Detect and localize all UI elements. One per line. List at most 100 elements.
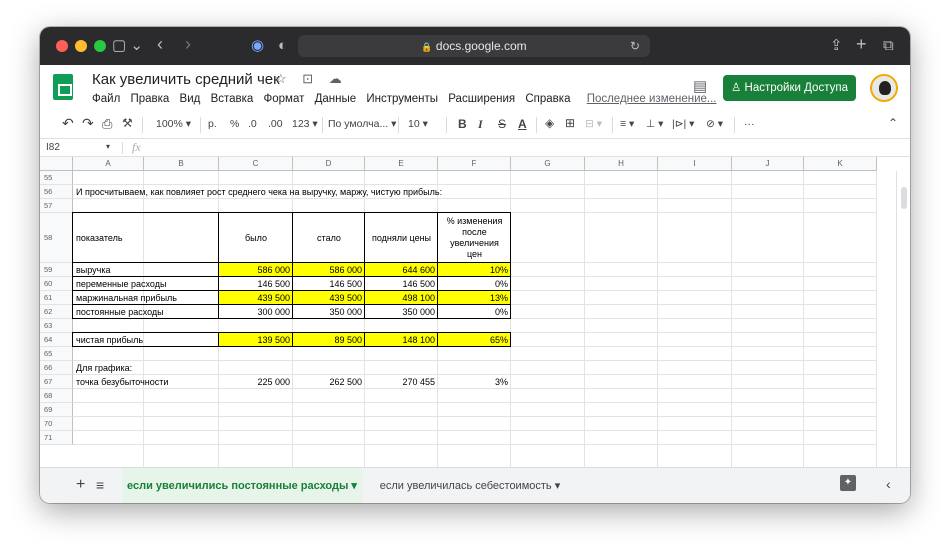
number-format-select[interactable]: 123 ▾: [292, 118, 318, 130]
menu-data[interactable]: Данные: [315, 93, 357, 105]
decrease-decimal-button[interactable]: .0: [248, 118, 257, 130]
menu-view[interactable]: Вид: [180, 93, 201, 105]
row-header-66[interactable]: 66: [40, 361, 73, 375]
zoom-select[interactable]: 100% ▾: [156, 118, 191, 130]
collapse-side-panel-icon[interactable]: ‹: [886, 476, 891, 492]
row-header-63[interactable]: 63: [40, 319, 73, 333]
table-row-before[interactable]: 439 500: [219, 291, 293, 305]
collapse-toolbar-icon[interactable]: ⌃: [888, 116, 898, 130]
row-header-61[interactable]: 61: [40, 291, 73, 305]
column-header-d[interactable]: D: [293, 157, 365, 171]
tabs-overview-icon[interactable]: ⧉: [883, 36, 894, 56]
row-header-69[interactable]: 69: [40, 403, 73, 417]
increase-decimal-button[interactable]: .00: [268, 118, 283, 130]
fill-color-icon[interactable]: ◈: [545, 116, 554, 130]
shield-icon[interactable]: ◉: [251, 36, 264, 56]
font-select[interactable]: По умолча... ▾: [328, 118, 396, 130]
net-profit-label[interactable]: чистая прибыль: [73, 333, 219, 347]
row-header-71[interactable]: 71: [40, 431, 73, 445]
breakeven-label[interactable]: точка безубыточности: [73, 375, 219, 389]
all-sheets-icon[interactable]: ≡: [96, 477, 104, 493]
row-header-58[interactable]: 58: [40, 213, 73, 263]
tab-sheet-fixed-costs[interactable]: если увеличились постоянные расходы ▾: [122, 468, 362, 503]
menu-extensions[interactable]: Расширения: [448, 93, 515, 105]
column-header-a[interactable]: A: [73, 157, 144, 171]
cell-reference-box[interactable]: I82: [46, 142, 60, 153]
row-header-57[interactable]: 57: [40, 199, 73, 213]
new-tab-icon[interactable]: +: [856, 34, 867, 54]
reload-icon[interactable]: ↻: [630, 35, 640, 57]
text-color-button[interactable]: A: [518, 117, 527, 131]
header-raised-prices-cell[interactable]: подняли цены: [365, 213, 438, 263]
table-row-change[interactable]: 10%: [438, 263, 511, 277]
scroll-thumb[interactable]: [901, 187, 907, 209]
table-row-change[interactable]: 0%: [438, 277, 511, 291]
add-sheet-icon[interactable]: +: [76, 476, 85, 494]
vertical-scrollbar[interactable]: [896, 171, 910, 467]
net-profit-raised[interactable]: 148 100: [365, 333, 438, 347]
strikethrough-button[interactable]: S: [498, 117, 506, 131]
row-header-67[interactable]: 67: [40, 375, 73, 389]
merge-cells-icon[interactable]: ⊟ ▾: [585, 118, 602, 130]
font-size-select[interactable]: 10 ▾: [408, 118, 428, 130]
borders-icon[interactable]: ⊞: [565, 116, 575, 130]
table-row-after[interactable]: 439 500: [293, 291, 365, 305]
column-header-k[interactable]: K: [804, 157, 877, 171]
text-wrap-icon[interactable]: |⊳| ▾: [672, 118, 694, 130]
print-icon[interactable]: ⎙: [102, 116, 112, 132]
header-indicator-cell[interactable]: показатель: [73, 213, 219, 263]
redo-icon[interactable]: ↷: [82, 115, 94, 132]
table-row-before[interactable]: 300 000: [219, 305, 293, 319]
table-row-change[interactable]: 13%: [438, 291, 511, 305]
share-button[interactable]: ♙ Настройки Доступа: [723, 75, 856, 101]
explore-icon[interactable]: ✦: [840, 475, 856, 491]
menu-tools[interactable]: Инструменты: [366, 93, 438, 105]
menu-file[interactable]: Файл: [92, 93, 120, 105]
table-row-after[interactable]: 586 000: [293, 263, 365, 277]
table-row-label[interactable]: выручка: [73, 263, 219, 277]
table-row-after[interactable]: 146 500: [293, 277, 365, 291]
row-header-64[interactable]: 64: [40, 333, 73, 347]
table-row-before[interactable]: 586 000: [219, 263, 293, 277]
select-all-corner[interactable]: [40, 157, 73, 171]
breakeven-raised[interactable]: 270 455: [365, 375, 438, 389]
avatar[interactable]: [870, 74, 898, 102]
italic-button[interactable]: I: [478, 117, 483, 132]
more-icon[interactable]: ···: [744, 118, 755, 130]
breakeven-change[interactable]: 3%: [438, 375, 511, 389]
chart-label-cell[interactable]: Для графика:: [73, 361, 219, 375]
row-header-62[interactable]: 62: [40, 305, 73, 319]
row-header-70[interactable]: 70: [40, 417, 73, 431]
column-header-h[interactable]: H: [585, 157, 658, 171]
row-header-56[interactable]: 56: [40, 185, 73, 199]
net-profit-before[interactable]: 139 500: [219, 333, 293, 347]
back-icon[interactable]: ‹: [157, 34, 163, 54]
menu-format[interactable]: Формат: [264, 93, 305, 105]
table-row-before[interactable]: 146 500: [219, 277, 293, 291]
note-cell[interactable]: И просчитываем, как повлияет рост средне…: [73, 185, 658, 199]
table-row-raised[interactable]: 644 600: [365, 263, 438, 277]
header-after-cell[interactable]: стало: [293, 213, 365, 263]
table-row-raised[interactable]: 498 100: [365, 291, 438, 305]
paint-format-icon[interactable]: ⚒: [122, 116, 133, 130]
menu-help[interactable]: Справка: [525, 93, 570, 105]
table-row-label[interactable]: переменные расходы: [73, 277, 219, 291]
column-header-b[interactable]: B: [144, 157, 219, 171]
column-header-e[interactable]: E: [365, 157, 438, 171]
column-header-i[interactable]: I: [658, 157, 732, 171]
net-profit-after[interactable]: 89 500: [293, 333, 365, 347]
row-header-68[interactable]: 68: [40, 389, 73, 403]
table-row-after[interactable]: 350 000: [293, 305, 365, 319]
net-profit-change[interactable]: 65%: [438, 333, 511, 347]
header-before-cell[interactable]: было: [219, 213, 293, 263]
table-row-raised[interactable]: 146 500: [365, 277, 438, 291]
tab-sheet-cost-price[interactable]: если увеличилась себестоимость ▾: [365, 468, 575, 503]
row-header-60[interactable]: 60: [40, 277, 73, 291]
column-header-g[interactable]: G: [511, 157, 585, 171]
comments-icon[interactable]: ▤: [693, 77, 707, 95]
horizontal-align-icon[interactable]: ≡ ▾: [620, 118, 634, 130]
column-header-j[interactable]: J: [732, 157, 804, 171]
spreadsheet-grid[interactable]: ABCDEFGHIJK 55 56 57 58 59 60 61 62 63 64 65 66 67 68…: [40, 157, 910, 467]
sidebar-icon[interactable]: ▢ ⌄: [112, 36, 143, 56]
menu-insert[interactable]: Вставка: [211, 93, 254, 105]
